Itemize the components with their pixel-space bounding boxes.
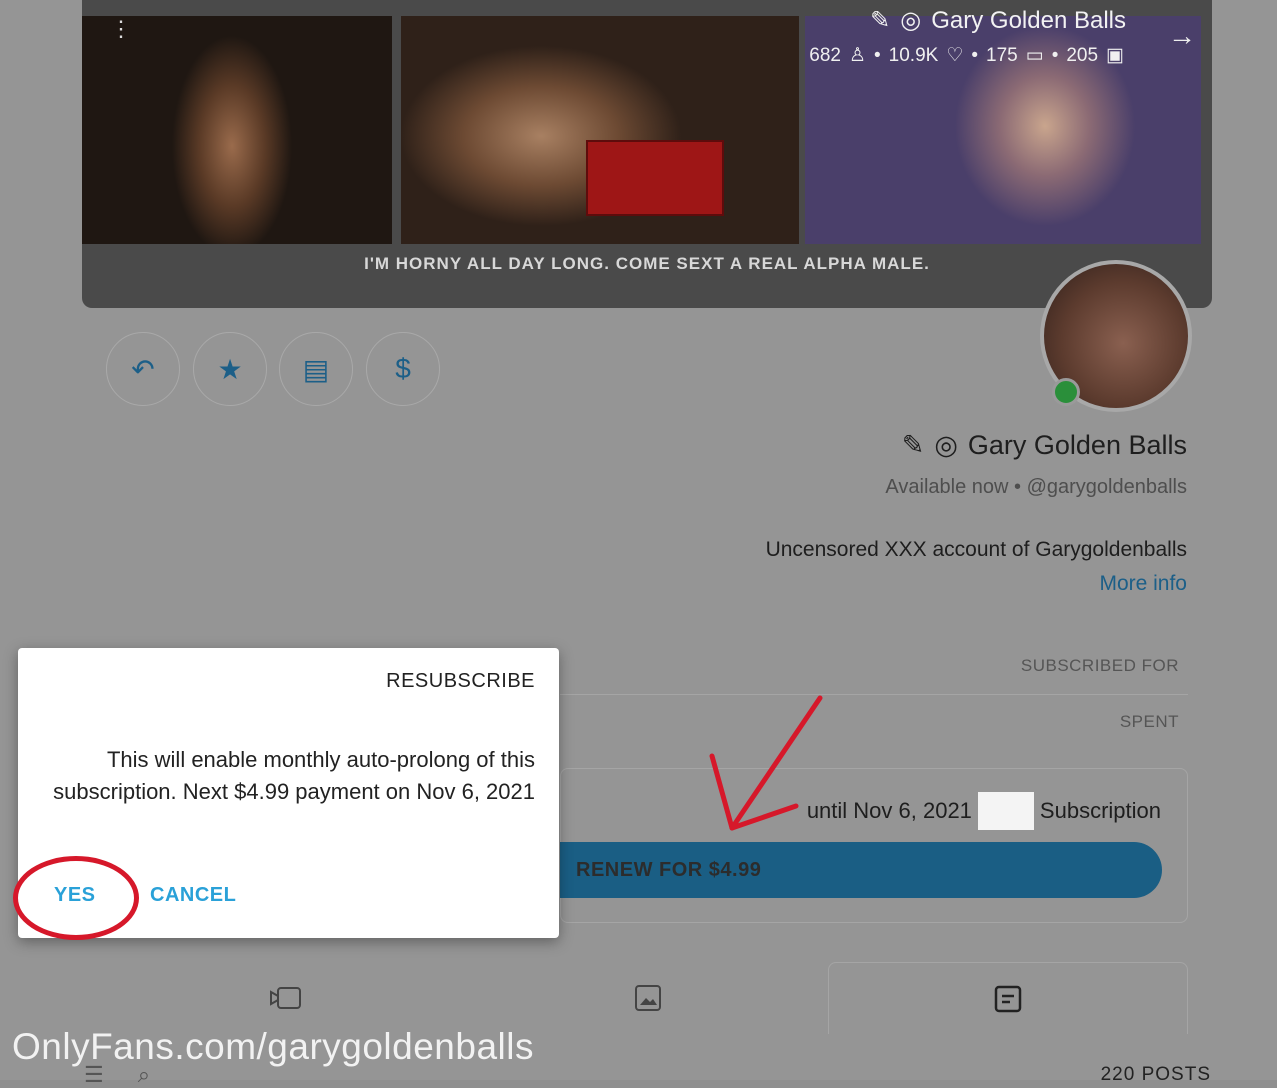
favorite-button[interactable]: ★ bbox=[193, 332, 267, 406]
tab-posts[interactable] bbox=[828, 962, 1188, 1034]
annotation-circle bbox=[13, 856, 139, 940]
tip-button[interactable]: $ bbox=[366, 332, 440, 406]
fans-count: 682 bbox=[809, 44, 841, 66]
likes-count: 10.9K bbox=[888, 44, 939, 66]
dollar-icon: $ bbox=[395, 353, 411, 384]
message-button[interactable]: ▤ bbox=[279, 332, 353, 406]
banner-stats: 682 ♙ • 10.9K ♡ • 175 ▭ • 205 ▣ bbox=[809, 44, 1124, 67]
subscription-prefix: Subscription bbox=[1039, 798, 1161, 823]
photos-count: 205 bbox=[1066, 44, 1099, 66]
star-icon: ★ bbox=[217, 353, 243, 385]
image-icon: ▣ bbox=[1106, 45, 1124, 66]
redacted-block bbox=[977, 792, 1034, 830]
dialog-title: RESUBSCRIBE bbox=[386, 670, 535, 692]
more-info-link[interactable]: More info bbox=[1099, 572, 1187, 596]
divider bbox=[560, 694, 1188, 695]
share-icon: ↶ bbox=[131, 353, 155, 385]
verified-icon: ◎ bbox=[900, 7, 922, 34]
annotation-arrow bbox=[709, 695, 823, 831]
stat-separator: • bbox=[971, 44, 979, 66]
fans-icon: ♙ bbox=[848, 45, 867, 66]
verified-icon: ◎ bbox=[934, 430, 958, 460]
profile-handle: Available now • @garygoldenballs bbox=[885, 476, 1187, 499]
separator: • bbox=[1014, 476, 1027, 498]
stat-separator: • bbox=[874, 44, 881, 66]
share-button[interactable]: ↶ bbox=[106, 332, 180, 406]
banner-photo[interactable] bbox=[82, 16, 392, 244]
cancel-button[interactable]: CANCEL bbox=[150, 884, 236, 907]
message-icon: ▤ bbox=[302, 353, 330, 385]
menu-dots-icon[interactable]: ⋮ bbox=[110, 16, 132, 42]
profile-name-text: Gary Golden Balls bbox=[967, 430, 1187, 460]
profile-name: ✎ ◎ Gary Golden Balls bbox=[902, 430, 1187, 461]
profile-banner: ⋮ ✎ ◎ Gary Golden Balls → 682 ♙ • 10.9K … bbox=[82, 0, 1212, 308]
heart-icon: ♡ bbox=[946, 45, 964, 66]
spent-label: SPENT bbox=[1119, 712, 1179, 731]
profile-bio: Uncensored XXX account of Garygoldenball… bbox=[765, 538, 1187, 561]
edit-pencil-icon[interactable]: ✎ bbox=[902, 430, 925, 461]
posts-icon bbox=[994, 985, 1022, 1012]
banner-name-text: Gary Golden Balls bbox=[931, 6, 1126, 34]
watermark: OnlyFans.com/garygoldenballs bbox=[12, 1026, 534, 1067]
handle-text: @garygoldenballs bbox=[1026, 476, 1187, 498]
back-arrow-icon[interactable]: → bbox=[1168, 20, 1196, 52]
censor-block bbox=[586, 140, 724, 216]
banner-header: ✎ ◎ Gary Golden Balls bbox=[870, 6, 1126, 35]
subscription-status: until Nov 6, 2021 Subscription bbox=[807, 792, 1161, 830]
stat-separator: • bbox=[1051, 44, 1059, 66]
edit-pencil-icon: ✎ bbox=[870, 7, 891, 34]
status-text: Available now bbox=[885, 476, 1009, 498]
tab-photos[interactable] bbox=[588, 968, 708, 1028]
renew-button[interactable]: RENEW FOR $4.99 bbox=[560, 842, 1162, 898]
dialog-body: This will enable monthly auto-prolong of… bbox=[53, 747, 535, 804]
posts-count: 220 POSTS bbox=[1100, 1064, 1211, 1085]
videos-count: 175 bbox=[986, 44, 1018, 66]
video-icon: ▭ bbox=[1025, 45, 1044, 66]
tab-videos[interactable] bbox=[226, 968, 346, 1028]
renew-label: RENEW FOR $4.99 bbox=[576, 858, 762, 881]
banner-tagline: I'M HORNY ALL DAY LONG. COME SEXT A REAL… bbox=[364, 254, 930, 273]
video-icon bbox=[270, 987, 301, 1009]
online-status-dot bbox=[1052, 378, 1080, 406]
photo-icon bbox=[635, 985, 661, 1011]
subscribed-for-label: SUBSCRIBED FOR bbox=[1020, 656, 1179, 675]
